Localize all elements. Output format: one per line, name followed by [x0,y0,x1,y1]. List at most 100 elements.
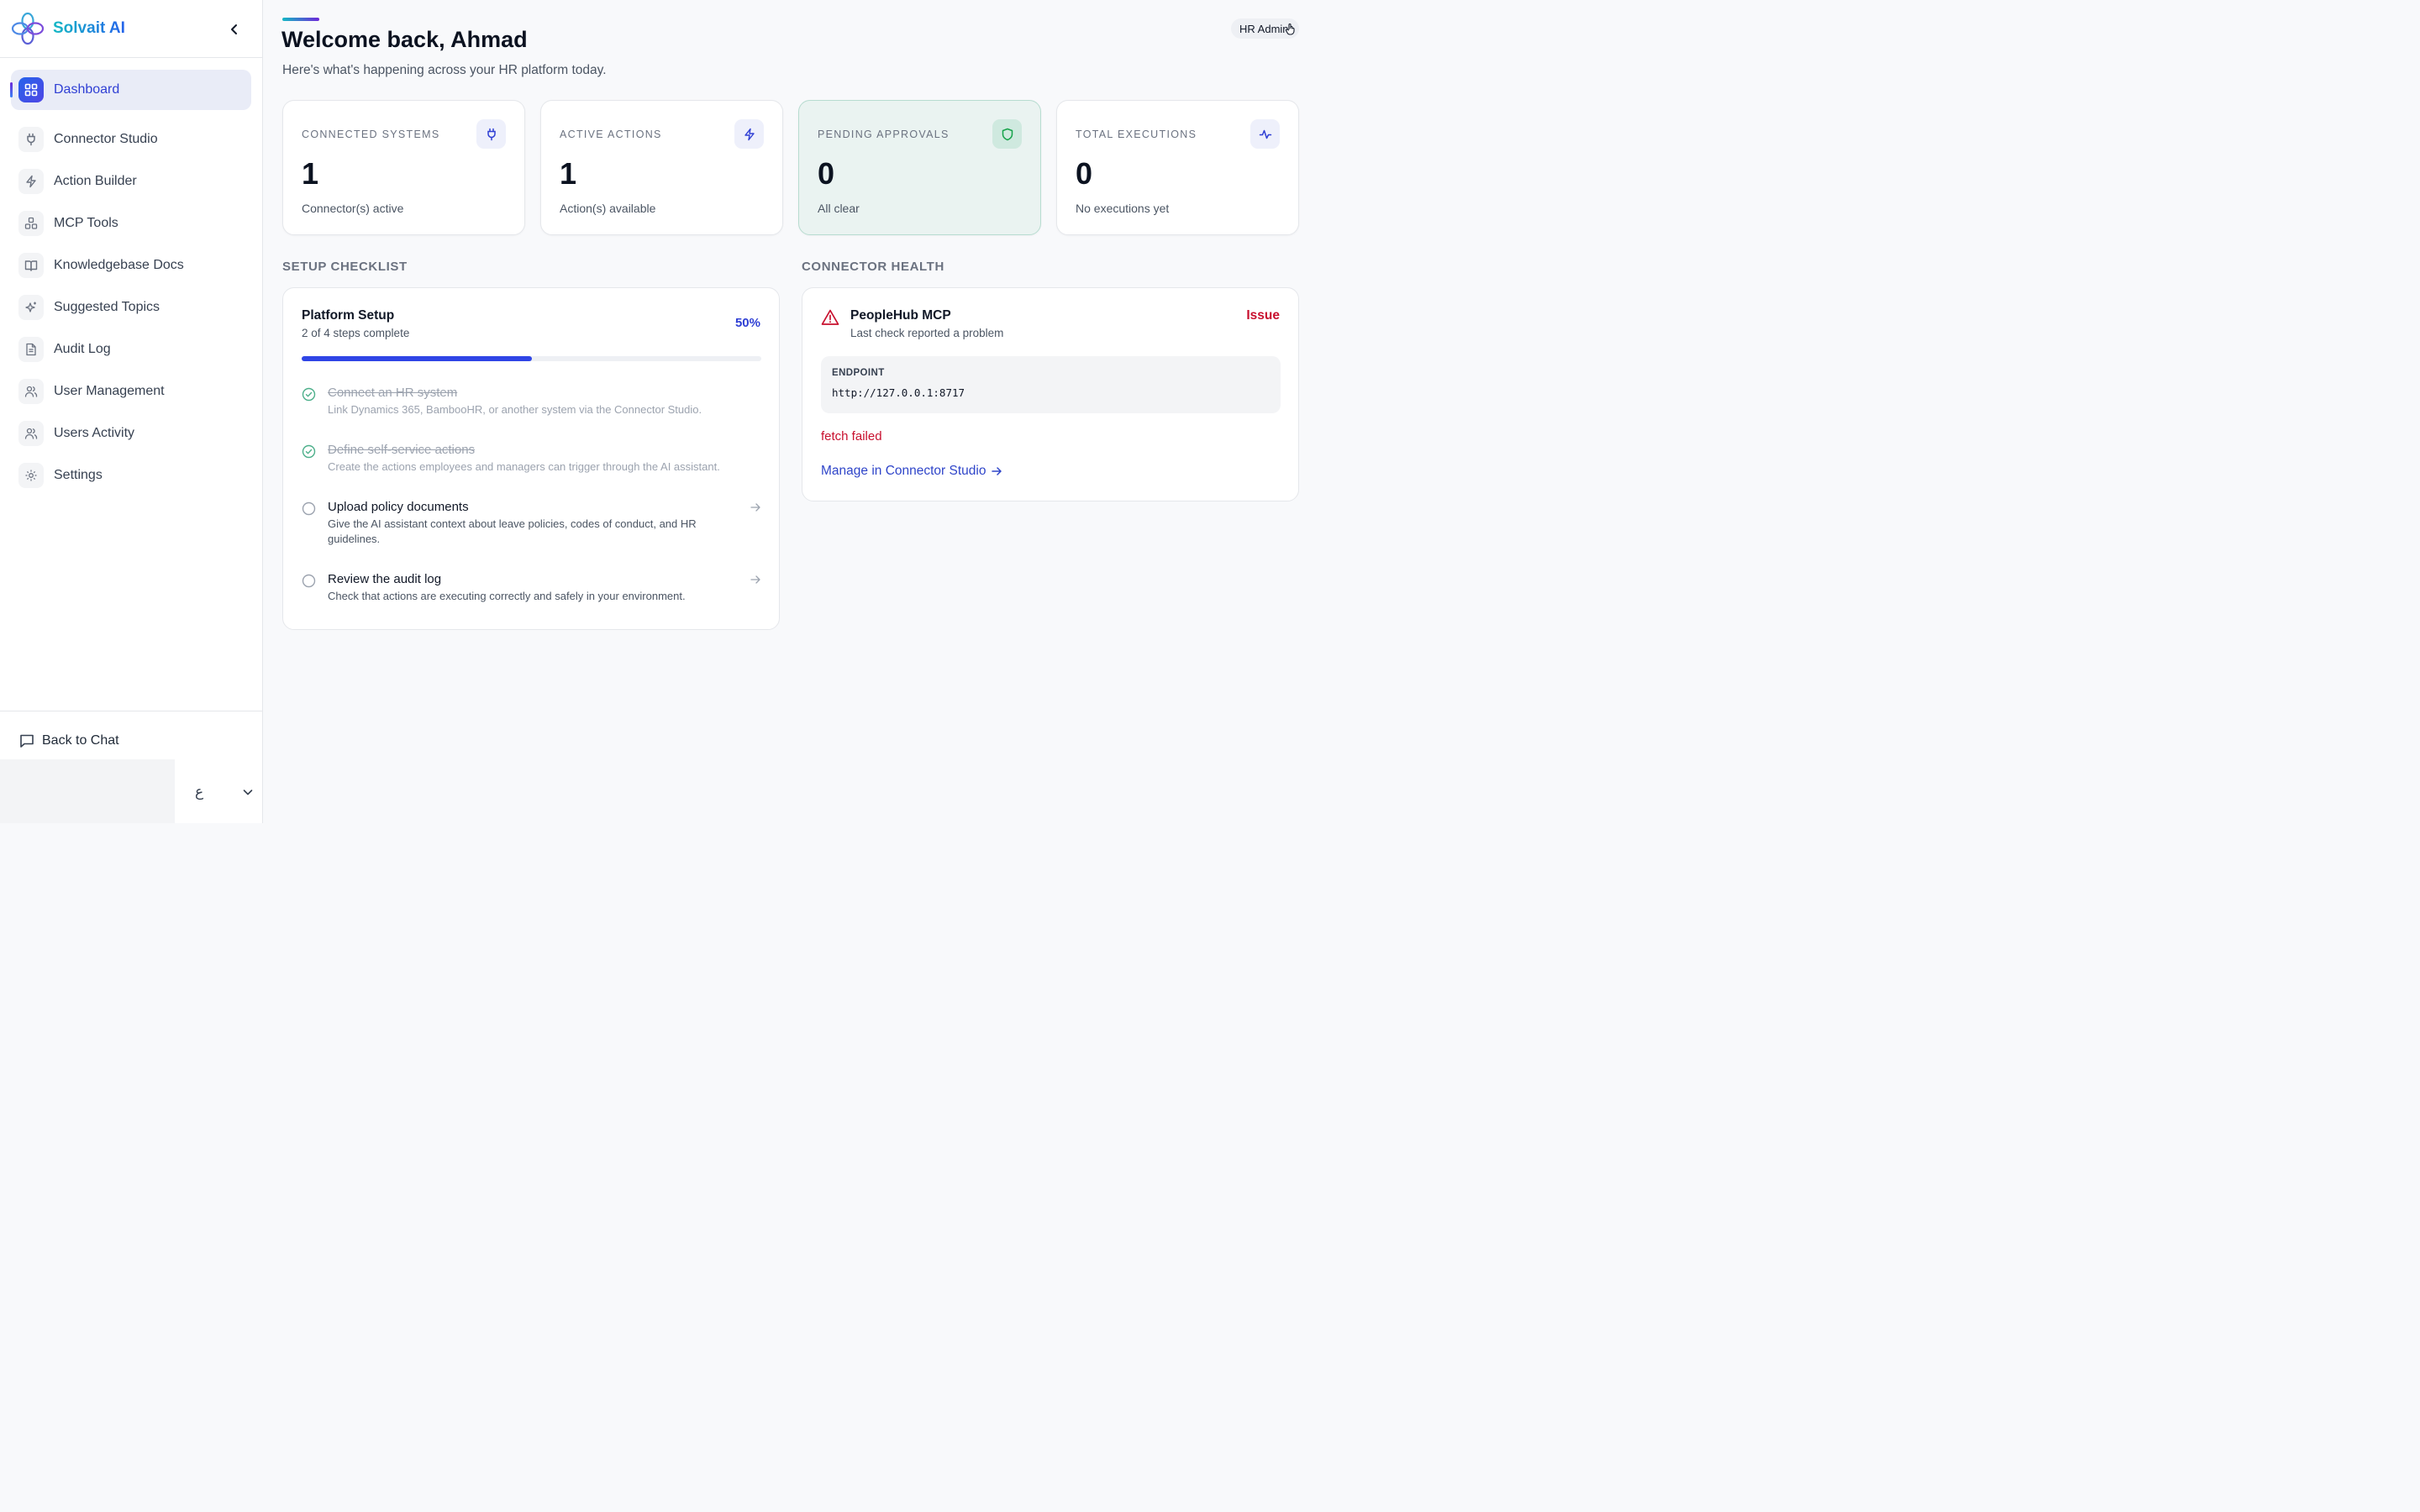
logo-icon [11,12,45,45]
role-badge[interactable]: HR Admin [1231,18,1299,39]
setup-section-title: SETUP CHECKLIST [282,260,408,274]
role-badge-label: HR Admin [1239,22,1289,35]
sidebar-item-label: MCP Tools [54,216,118,230]
hand-cursor-icon [1285,23,1295,35]
setup-progress-fill [302,356,532,361]
stat-card-connected-systems: CONNECTED SYSTEMS 1 Connector(s) active [282,100,525,235]
sidebar-item-label: User Management [54,384,165,398]
chevron-left-icon [231,24,237,34]
setup-percent: 50% [734,316,760,330]
sidebar-item-label: Connector Studio [54,132,158,146]
stat-description: Connector(s) active [302,202,404,215]
task-define-actions: Define self-service actions Create the a… [302,443,761,476]
arrow-right-icon[interactable] [750,501,761,513]
language-select[interactable]: ع [195,781,254,803]
users-icon [18,421,44,446]
sidebar-item-label: Action Builder [54,174,137,188]
sidebar-item-action-builder[interactable]: Action Builder [11,162,251,201]
sparkles-icon [18,295,44,320]
arrow-right-icon [992,467,1002,475]
task-description: Create the actions employees and manager… [328,460,720,473]
task-title: Review the audit log [328,572,442,586]
connector-error: fetch failed [821,429,882,444]
sidebar-item-label: Audit Log [54,342,111,356]
collapse-sidebar-button[interactable] [225,20,244,39]
language-area: ع [0,759,262,823]
bolt-icon [18,169,44,194]
stat-card-active-actions: ACTIVE ACTIONS 1 Action(s) available [540,100,783,235]
stat-description: No executions yet [1076,202,1170,215]
task-description: Check that actions are executing correct… [328,590,686,602]
connector-health-card: PeopleHub MCP Last check reported a prob… [802,287,1299,501]
stat-value: 0 [818,156,835,191]
task-title: Define self-service actions [328,443,476,457]
plug-icon [18,127,44,152]
sidebar-item-connector-studio[interactable]: Connector Studio [11,120,251,159]
setup-title: Platform Setup [302,308,395,323]
task-upload-policy-documents[interactable]: Upload policy documents Give the AI assi… [302,500,761,549]
check-circle-icon [302,444,316,459]
activity-icon [1250,119,1280,149]
setup-subtitle: 2 of 4 steps complete [302,327,410,339]
sidebar-item-user-management[interactable]: User Management [11,372,251,411]
task-connect-hr-system: Connect an HR system Link Dynamics 365, … [302,386,761,419]
language-value: ع [195,784,204,800]
gear-icon [18,463,44,488]
sidebar-item-mcp-tools[interactable]: MCP Tools [11,204,251,243]
stat-value: 1 [302,156,319,191]
sidebar: Solvait AI Dashboard Connector Studio Ac… [0,0,263,823]
endpoint-label: ENDPOINT [832,368,885,378]
endpoint-box: ENDPOINT http://127.0.0.1:8717 [821,356,1281,413]
stat-description: Action(s) available [560,202,656,215]
stat-value: 1 [560,156,577,191]
empty-circle-icon [302,501,316,516]
task-title: Upload policy documents [328,500,469,514]
health-section-title: CONNECTOR HEALTH [802,260,944,274]
connector-name: PeopleHub MCP [850,308,951,323]
sidebar-item-users-activity[interactable]: Users Activity [11,414,251,453]
bolt-icon [734,119,764,149]
page-title: Welcome back, Ahmad [281,27,528,52]
endpoint-url: http://127.0.0.1:8717 [832,386,965,399]
stat-value: 0 [1076,156,1093,191]
setup-checklist-card: Platform Setup 2 of 4 steps complete 50%… [282,287,780,630]
sidebar-item-dashboard[interactable]: Dashboard [10,70,251,110]
sidebar-item-label: Suggested Topics [54,300,160,314]
stat-description: All clear [818,202,860,215]
sidebar-item-suggested-topics[interactable]: Suggested Topics [11,288,251,327]
task-review-audit-log[interactable]: Review the audit log Check that actions … [302,572,761,606]
brand-header: Solvait AI [0,0,262,58]
sidebar-item-knowledgebase-docs[interactable]: Knowledgebase Docs [11,246,251,285]
task-title: Connect an HR system [328,386,458,400]
stat-label: TOTAL EXECUTIONS [1076,129,1197,140]
active-indicator [10,82,13,97]
sidebar-item-label: Dashboard [54,82,120,97]
connector-subtitle: Last check reported a problem [850,327,1004,339]
grid-icon [18,77,44,102]
boxes-icon [18,211,44,236]
manage-connector-link[interactable]: Manage in Connector Studio [821,464,1002,479]
empty-circle-icon [302,574,316,588]
main-content: Welcome back, Ahmad Here's what's happen… [263,0,1318,823]
task-description: Link Dynamics 365, BambooHR, or another … [328,403,702,416]
page-subtitle: Here's what's happening across your HR p… [282,63,607,77]
title-accent [282,18,319,21]
chevron-down-icon [243,790,253,795]
arrow-right-icon[interactable] [750,574,761,585]
warning-triangle-icon [821,309,839,325]
sidebar-item-label: Users Activity [54,426,135,440]
stat-card-pending-approvals: PENDING APPROVALS 0 All clear [798,100,1041,235]
stat-label: CONNECTED SYSTEMS [302,129,440,140]
brand-name: Solvait AI [53,19,125,37]
sidebar-item-label: Knowledgebase Docs [54,258,184,272]
sidebar-item-label: Settings [54,468,103,482]
stat-card-total-executions: TOTAL EXECUTIONS 0 No executions yet [1056,100,1299,235]
sidebar-item-audit-log[interactable]: Audit Log [11,330,251,369]
sidebar-item-settings[interactable]: Settings [11,456,251,495]
manage-connector-label: Manage in Connector Studio [821,464,986,478]
shield-icon [992,119,1022,149]
book-icon [18,253,44,278]
chat-icon [20,734,34,748]
check-circle-icon [302,387,316,402]
profile-placeholder [0,759,175,823]
